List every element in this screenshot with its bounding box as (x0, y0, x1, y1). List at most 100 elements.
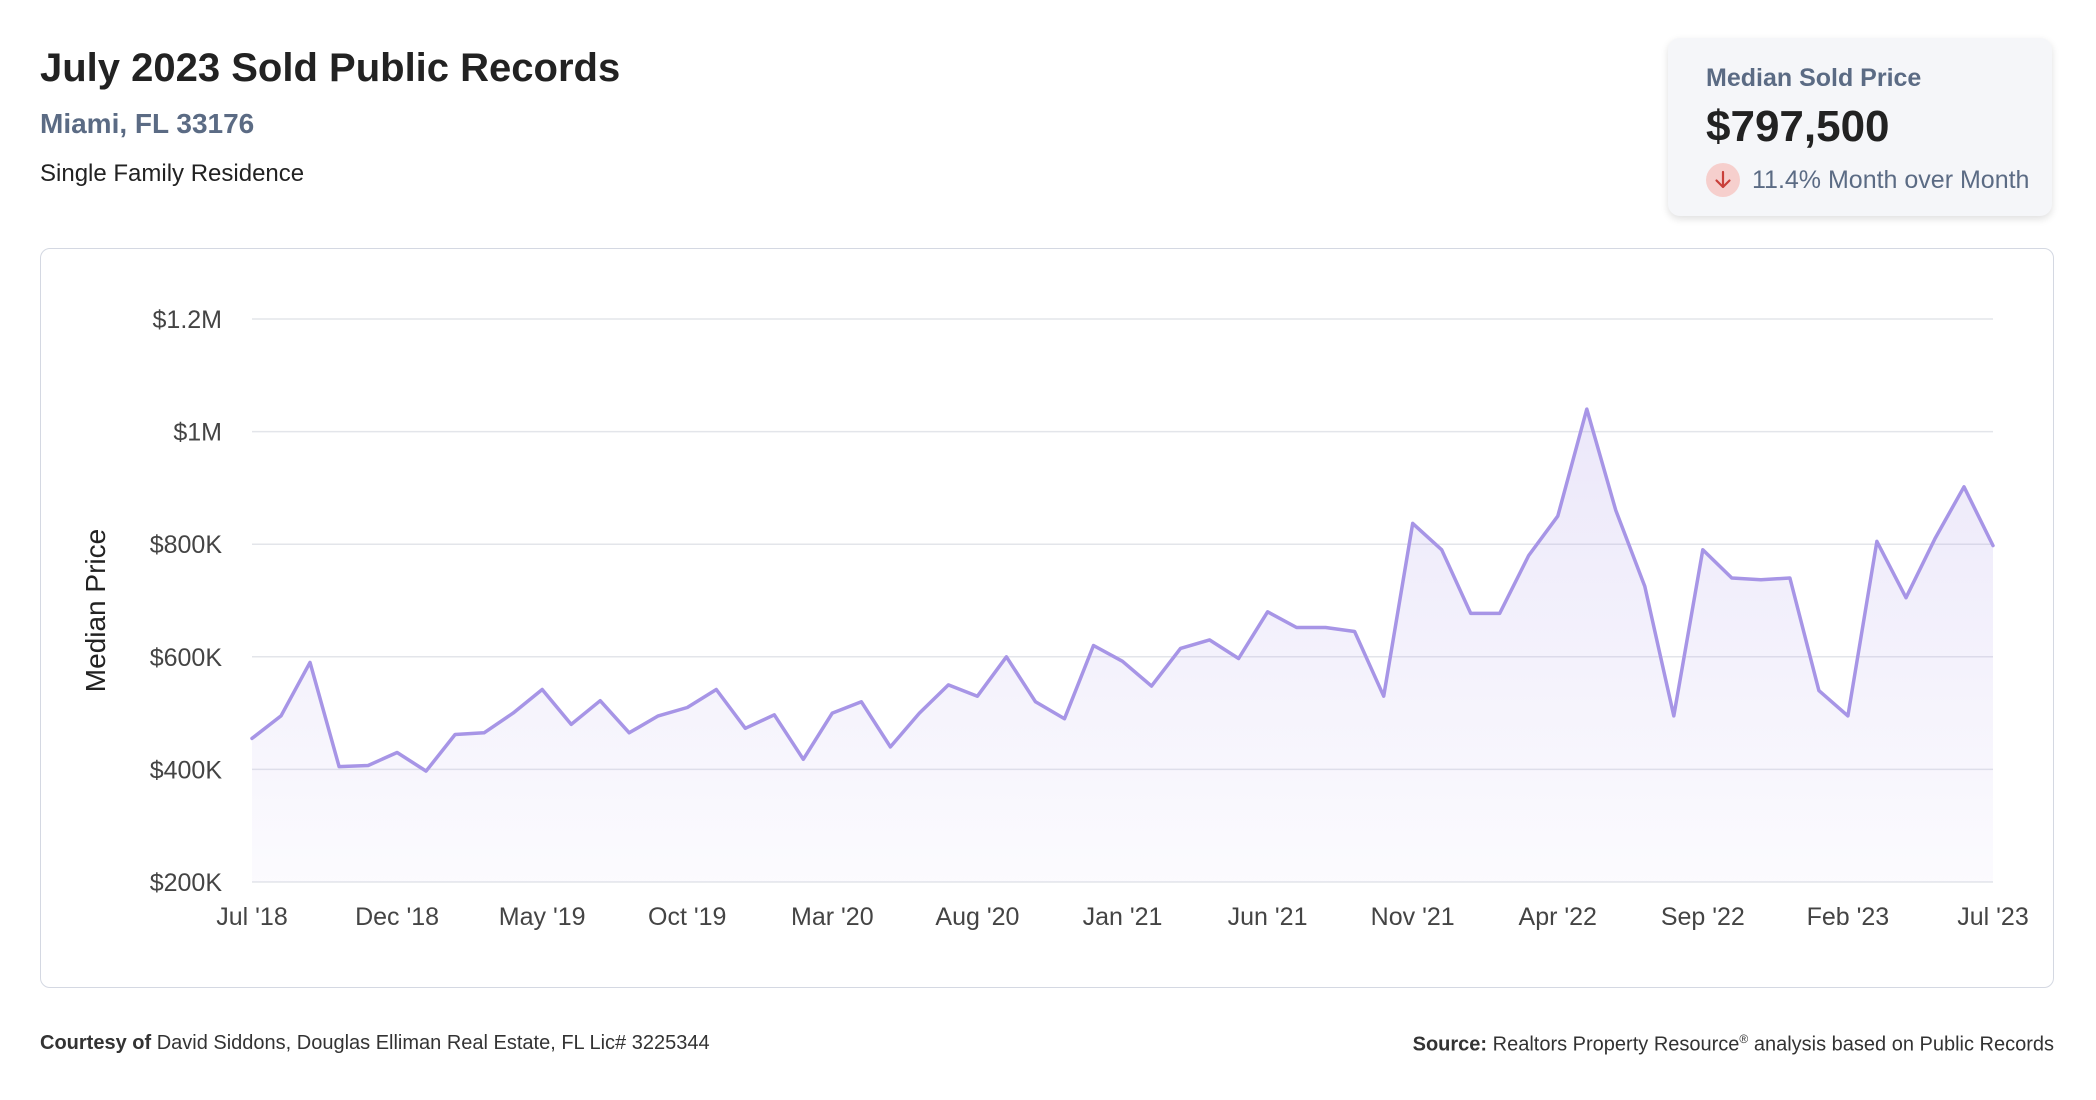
x-tick-label: Apr '22 (1519, 903, 1597, 931)
series-area (252, 409, 1993, 882)
data-point (887, 744, 893, 750)
source-name: Realtors Property Resource (1492, 1033, 1740, 1056)
location-subtitle: Miami, FL 33176 (40, 108, 255, 139)
x-tick-label: Feb '23 (1807, 903, 1890, 931)
y-tick-label: $200K (150, 869, 223, 897)
data-point (1149, 683, 1155, 689)
data-point (1787, 575, 1793, 581)
y-tick-label: $800K (150, 531, 223, 559)
data-point (858, 699, 864, 705)
data-point (1816, 688, 1822, 694)
data-point (1468, 610, 1474, 616)
data-point (1265, 609, 1271, 615)
footer-source: Source: Realtors Property Resource® anal… (1413, 1032, 2054, 1057)
footer-courtesy: Courtesy of David Siddons, Douglas Ellim… (40, 1032, 710, 1055)
data-point (684, 704, 690, 710)
stat-change: 11.4% Month over Month (1706, 162, 2029, 198)
data-point (307, 659, 313, 665)
courtesy-label: Courtesy of (40, 1032, 152, 1054)
stat-value: $797,500 (1706, 102, 1890, 151)
data-point (1555, 513, 1561, 519)
data-point (945, 682, 951, 688)
data-point (1294, 625, 1300, 631)
x-tick-label: Sep '22 (1661, 903, 1745, 931)
data-point (1120, 658, 1126, 664)
data-point (1700, 547, 1706, 553)
data-point (1758, 577, 1764, 583)
data-point (1178, 645, 1184, 651)
data-point (1961, 484, 1967, 490)
y-axis-label: Median Price (80, 529, 111, 692)
data-point (1903, 595, 1909, 601)
data-point (1497, 610, 1503, 616)
x-tick-label: May '19 (499, 903, 586, 931)
data-point (626, 730, 632, 736)
x-tick-label: Nov '21 (1371, 903, 1455, 931)
data-point (1584, 406, 1590, 412)
data-point (568, 721, 574, 727)
data-point (539, 686, 545, 692)
data-point (1032, 699, 1038, 705)
chart-panel: $200K $400K $600K $800K $1M $1.2M Jul '18 Dec '… (40, 248, 2054, 988)
data-point (1874, 538, 1880, 544)
data-point (1932, 536, 1938, 542)
data-point (394, 750, 400, 756)
x-tick-label: Jun '21 (1228, 903, 1308, 931)
source-text: analysis based on Public Records (1753, 1033, 2054, 1056)
data-point (829, 710, 835, 716)
x-tick-label: Aug '20 (935, 903, 1019, 931)
x-tick-label: Dec '18 (355, 903, 439, 931)
stat-label: Median Sold Price (1706, 64, 1922, 92)
y-tick-label: $1.2M (153, 306, 222, 334)
x-tick-label: Mar '20 (791, 903, 874, 931)
data-point (655, 713, 661, 719)
x-tick-label: Oct '19 (648, 903, 726, 931)
data-point (1236, 655, 1242, 661)
registered-mark: ® (1739, 1032, 1749, 1046)
data-point (1613, 507, 1619, 513)
arrow-down-icon (1706, 163, 1740, 197)
data-point (713, 686, 719, 692)
x-tick-label: Jul '18 (216, 903, 287, 931)
data-point (742, 725, 748, 731)
data-point (1090, 643, 1096, 649)
data-point (249, 735, 255, 741)
data-point (1061, 716, 1067, 722)
data-point (974, 693, 980, 699)
data-point (1439, 547, 1445, 553)
data-point (423, 768, 429, 774)
x-tick-label: Jul '23 (1957, 903, 2028, 931)
data-point (1003, 654, 1009, 660)
data-point (1323, 625, 1329, 631)
data-point (1642, 583, 1648, 589)
data-point (1526, 552, 1532, 558)
y-tick-label: $600K (150, 644, 223, 672)
data-point (1990, 543, 1996, 549)
data-point (1207, 637, 1213, 643)
y-tick-label: $400K (150, 756, 223, 784)
page-title: July 2023 Sold Public Records (40, 46, 621, 90)
data-point (771, 712, 777, 718)
data-point (916, 710, 922, 716)
y-tick-label: $1M (173, 419, 222, 447)
data-point (800, 756, 806, 762)
data-point (336, 764, 342, 770)
courtesy-text: David Siddons, Douglas Elliman Real Esta… (156, 1032, 710, 1054)
median-price-card: Median Sold Price $797,500 11.4% Month o… (1668, 38, 2052, 216)
data-point (597, 698, 603, 704)
x-tick-label: Jan '21 (1083, 903, 1163, 931)
data-point (365, 762, 371, 768)
data-point (452, 731, 458, 737)
data-point (1381, 693, 1387, 699)
source-label: Source: (1412, 1033, 1488, 1056)
data-point (1729, 575, 1735, 581)
median-price-chart: $200K $400K $600K $800K $1M $1.2M Jul '18 Dec '… (80, 306, 2029, 931)
data-point (1352, 628, 1358, 634)
property-type-label: Single Family Residence (40, 160, 305, 187)
data-point (1845, 713, 1851, 719)
data-point (481, 730, 487, 736)
data-point (1410, 520, 1416, 526)
data-point (278, 713, 284, 719)
data-point (1671, 713, 1677, 719)
stat-change-text: 11.4% Month over Month (1752, 165, 2030, 194)
